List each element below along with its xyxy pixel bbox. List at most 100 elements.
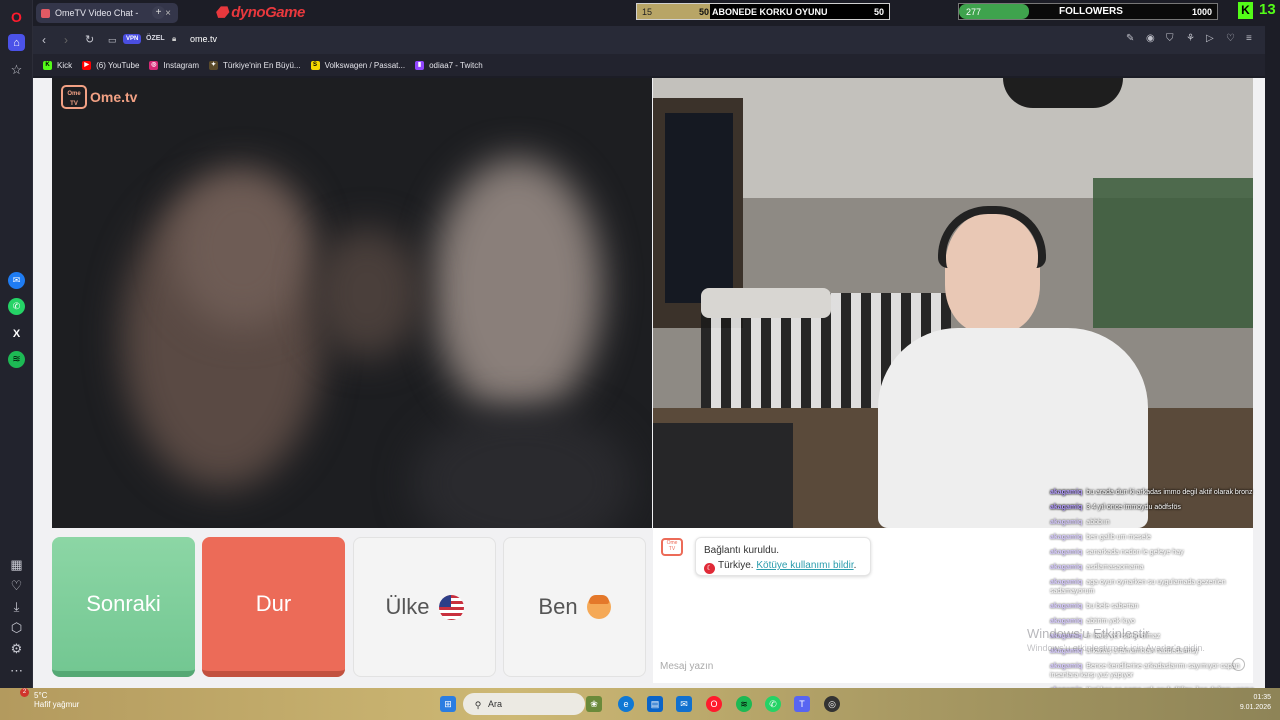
chat-message: akagamiq in baltz yor sorun olmaz	[1050, 632, 1260, 641]
bookmark-label: Instagram	[163, 60, 199, 70]
new-tab-button[interactable]: +	[152, 6, 165, 19]
followers-goal-target: 1000	[1191, 6, 1212, 17]
me-button[interactable]: Ben	[503, 537, 646, 677]
menu-icon[interactable]: ≡	[1246, 33, 1252, 44]
reload-icon[interactable]: ↻	[85, 33, 94, 46]
bookmark-item[interactable]: ▮ odiaa7 - Twitch	[415, 60, 483, 70]
forward-icon[interactable]: ›	[64, 33, 68, 47]
back-icon[interactable]: ‹	[42, 33, 46, 47]
chat-username: akagamiq	[1050, 519, 1083, 526]
camera-icon[interactable]: ◉	[1146, 33, 1155, 44]
me-button-label: Ben	[538, 594, 578, 619]
weather-widget[interactable]: 5°C Hafif yağmur	[8, 691, 79, 709]
cube-icon[interactable]: ⬡	[8, 619, 25, 636]
bookmark-favicon-icon: ▮	[415, 60, 425, 70]
clock-time: 01:35	[1253, 694, 1271, 701]
twitch-chat-overlay: akagamiq bu arada dun ki arkadas immo deg…	[1050, 488, 1260, 720]
spotify-icon[interactable]: ≋	[8, 351, 25, 368]
bookmark-favicon-icon: ▶	[82, 60, 92, 70]
heart-icon[interactable]: ♡	[8, 577, 25, 594]
chat-text: bu bele sabertan	[1086, 603, 1139, 610]
play-icon[interactable]: ▷	[1206, 33, 1214, 44]
country-button-label: Ülke	[385, 594, 430, 619]
bookmark-label: (6) YouTube	[96, 60, 140, 70]
download-icon[interactable]: ⤓	[8, 598, 25, 615]
mail-icon[interactable]: ✉	[676, 696, 692, 712]
vpn-badge[interactable]: VPN	[123, 34, 142, 44]
bookmark-item[interactable]: K Kick	[43, 60, 73, 70]
kick-logo-icon: K	[1238, 2, 1253, 19]
chat-message: akagamiq sanarkada nedon le geleye hay	[1050, 548, 1260, 557]
more-icon[interactable]: ⋯	[8, 662, 25, 679]
snapshot-icon[interactable]: ▭	[108, 35, 117, 46]
chat-username: akagamiq	[1050, 603, 1083, 610]
spotify-taskbar-icon[interactable]: ≋	[736, 696, 752, 712]
widgets-icon[interactable]: ❀	[586, 696, 602, 712]
window	[665, 113, 733, 303]
chat-text: asdlamasaomama	[1086, 564, 1144, 571]
message-input[interactable]: Mesaj yazın	[660, 661, 713, 672]
private-label: ÖZEL	[146, 35, 165, 42]
shield-icon[interactable]: ⛉	[1166, 33, 1174, 44]
chat-message: akagamiq ben galib um mesele	[1050, 533, 1260, 542]
bookmark-favicon-icon: K	[43, 60, 52, 70]
x-icon[interactable]: X	[8, 325, 25, 342]
weather-badge: 2	[20, 688, 29, 697]
chat-message: akagamiq bu bele sabertan	[1050, 602, 1260, 611]
apps-grid-icon[interactable]: ▦	[8, 556, 25, 573]
bookmark-item[interactable]: ▶ (6) YouTube	[82, 60, 140, 70]
chat-text: arkadaş artamamolan naddedarmsy	[1086, 648, 1199, 655]
weather-temp: 5°C	[34, 691, 48, 700]
store-icon[interactable]: ▤	[647, 696, 663, 712]
tapestry	[1093, 178, 1253, 328]
star-icon[interactable]: ☆	[8, 61, 25, 78]
chat-text: bu arada dun ki arkadas immo degil aktif…	[1086, 489, 1253, 496]
bookmark-item[interactable]: ✦ Türkiye'nin En Büyü...	[209, 60, 301, 70]
system-clock[interactable]: 01:35 9.01.2026	[1226, 693, 1271, 713]
edit-icon[interactable]: ✎	[1126, 33, 1134, 44]
obs-icon[interactable]: ◎	[824, 696, 840, 712]
self-video	[653, 78, 1253, 528]
lock-icon[interactable]: 🔒︎	[172, 34, 176, 44]
kick-count: 13	[1259, 1, 1276, 18]
next-button[interactable]: Sonraki	[52, 537, 195, 677]
opera-taskbar-icon[interactable]: O	[706, 696, 722, 712]
report-abuse-link[interactable]: Kötüye kullanımı bildir	[756, 560, 853, 571]
windows-taskbar: 5°C Hafif yağmur 2 ⊞ Ara ⚲ ❀ e ▤ ✉ O ≋ ✆…	[0, 688, 1280, 720]
ometv-chat-icon: Ome TV	[661, 538, 683, 556]
chat-username: akagamiq	[1050, 663, 1083, 670]
stop-button[interactable]: Dur	[202, 537, 345, 677]
extensions-icon[interactable]: ⚘	[1186, 33, 1195, 44]
subscriber-goal-bar: 15 50 ABONEDE KORKU OYUNU 50	[636, 3, 890, 20]
chat-message: akagamiq Bence kendilerine arkadaslarımı …	[1050, 662, 1260, 680]
heart-outline-icon[interactable]: ♡	[1226, 33, 1235, 44]
start-icon[interactable]: ⊞	[440, 696, 456, 712]
tab-title: OmeTV Video Chat -	[55, 8, 139, 18]
stop-button-label: Dur	[255, 591, 292, 616]
settings-icon[interactable]: ⚙	[8, 640, 25, 657]
bookmark-item[interactable]: ◎ Instagram	[149, 60, 199, 70]
messenger-icon[interactable]: ✉	[8, 272, 25, 289]
stream-watermark-logo: ⬣ dynoGame	[215, 4, 305, 21]
teams-icon[interactable]: T	[794, 696, 810, 712]
whatsapp-taskbar-icon[interactable]: ✆	[765, 696, 781, 712]
close-tab-icon[interactable]: ×	[165, 8, 171, 19]
opera-logo-icon[interactable]: O	[8, 8, 25, 25]
whatsapp-icon[interactable]: ✆	[8, 298, 25, 315]
headphones	[938, 206, 1046, 268]
country-button[interactable]: Ülke	[353, 537, 496, 677]
chat-username: akagamiq	[1050, 549, 1083, 556]
edge-icon[interactable]: e	[618, 696, 634, 712]
ometv-logo: Ome TV Ome.tv	[61, 85, 137, 109]
connection-status: Bağlantı kuruldu.	[704, 545, 780, 556]
taskbar-search-label: Ara	[488, 699, 503, 709]
chat-username: akagamiq	[1050, 633, 1083, 640]
bookmark-label: Kick	[57, 60, 73, 70]
followers-goal-current: 277	[966, 6, 982, 17]
home-icon[interactable]: ⌂	[8, 34, 25, 51]
chat-message: akagamiq arkadaş artamamolan naddedarmsy	[1050, 647, 1260, 656]
url-text[interactable]: ome.tv	[190, 34, 217, 44]
chat-message: akagamiq 3 4 yıl once immoydu aödfsfös	[1050, 503, 1260, 512]
chat-text: in baltz yor sorun olmaz	[1086, 633, 1161, 640]
bookmark-item[interactable]: S Volkswagen / Passat...	[310, 60, 405, 70]
